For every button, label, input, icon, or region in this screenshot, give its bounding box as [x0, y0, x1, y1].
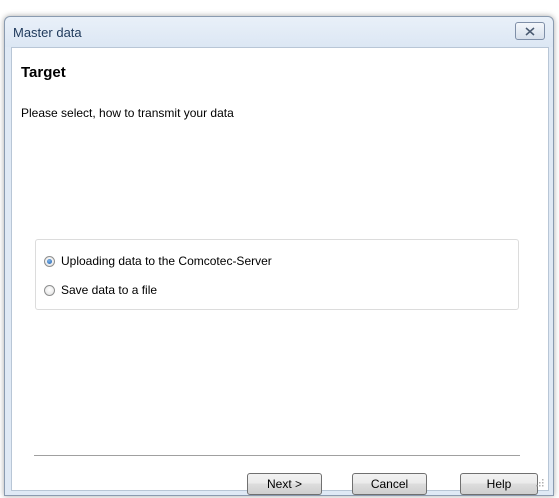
option-upload-server[interactable]: Uploading data to the Comcotec-Server — [44, 254, 272, 268]
cancel-button[interactable]: Cancel — [352, 473, 427, 495]
close-button[interactable] — [515, 22, 545, 40]
window-title: Master data — [13, 25, 82, 40]
page-title: Target — [21, 64, 66, 81]
resize-grip-icon[interactable] — [534, 477, 544, 487]
dialog-content: Target Please select, how to transmit yo… — [11, 47, 549, 495]
instruction-text: Please select, how to transmit your data — [21, 106, 234, 120]
next-button[interactable]: Next > — [247, 473, 322, 495]
close-icon — [525, 26, 535, 36]
button-separator — [34, 455, 520, 457]
option-label: Uploading data to the Comcotec-Server — [61, 254, 272, 268]
radio-unselected-icon[interactable] — [44, 284, 55, 296]
help-button[interactable]: Help — [460, 473, 538, 495]
option-save-file[interactable]: Save data to a file — [44, 283, 157, 297]
transmit-options-group: Uploading data to the Comcotec-Server Sa… — [35, 239, 519, 310]
option-label: Save data to a file — [61, 283, 158, 297]
radio-selected-icon[interactable] — [44, 255, 55, 267]
title-bar[interactable]: Master data — [5, 17, 553, 47]
master-data-dialog: Master data Target Please select, how to… — [4, 16, 554, 496]
